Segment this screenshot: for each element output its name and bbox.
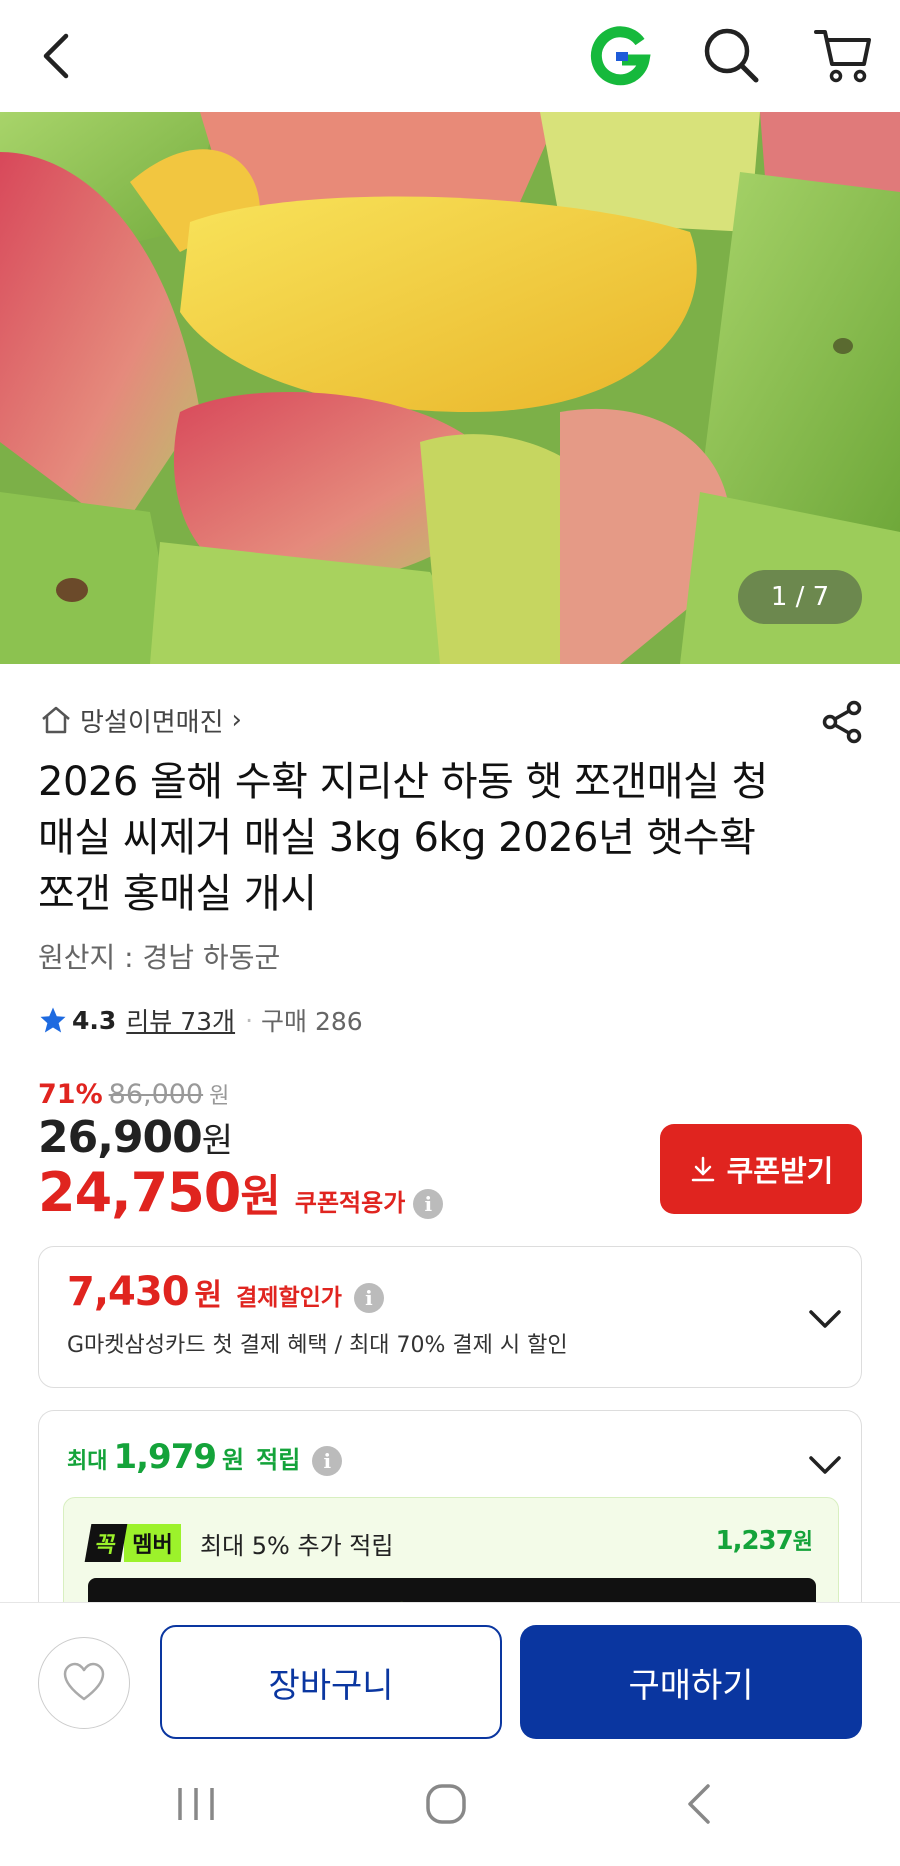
points-prefix: 최대 (67, 1449, 108, 1474)
original-price: 86,000 (108, 1079, 204, 1110)
wishlist-button[interactable] (38, 1637, 130, 1729)
chevron-left-icon[interactable] (34, 28, 78, 84)
coupon-download-button[interactable]: 쿠폰받기 (660, 1124, 862, 1214)
discount-row: 71% 86,000 원 (38, 1078, 229, 1110)
points-label: 적립 (256, 1446, 301, 1474)
member-badge: 꼭 멤버 (84, 1524, 181, 1562)
home-icon[interactable] (416, 1774, 476, 1834)
info-icon[interactable]: i (413, 1189, 444, 1219)
member-amount-value: 1,237 (715, 1526, 794, 1556)
product-image[interactable]: 1 / 7 (0, 112, 900, 664)
card-benefit-description: G마켓삼성카드 첫 결제 혜택 / 최대 70% 결제 시 할인 (67, 1333, 568, 1358)
product-origin: 원산지 : 경남 하동군 (38, 941, 281, 974)
top-bar (0, 0, 900, 112)
bottom-action-bar: 장바구니 구매하기 (0, 1602, 900, 1746)
coupon-button-label: 쿠폰받기 (726, 1156, 834, 1188)
image-counter: 1 / 7 (738, 570, 862, 624)
member-benefit-amount: 1,237원 (715, 1524, 814, 1556)
card-discount-label: 결제할인가 (236, 1285, 342, 1311)
add-to-cart-button[interactable]: 장바구니 (160, 1625, 502, 1739)
info-icon[interactable]: i (353, 1283, 384, 1313)
chevron-down-icon[interactable] (805, 1445, 845, 1485)
search-icon[interactable] (700, 24, 762, 86)
cart-icon[interactable] (812, 24, 874, 86)
card-benefit-box[interactable]: 7,430 원 결제할인가 i G마켓삼성카드 첫 결제 혜택 / 최대 70%… (38, 1246, 862, 1388)
coupon-price-label: 쿠폰적용가 (294, 1189, 406, 1217)
discount-rate: 71% (38, 1079, 103, 1110)
star-icon (40, 1007, 66, 1033)
sale-price: 26,900원 (38, 1112, 233, 1163)
info-icon[interactable]: i (312, 1446, 343, 1476)
rating-score: 4.3 (72, 1005, 117, 1035)
card-discount-amount: 7,430 (67, 1269, 190, 1315)
download-icon (691, 1156, 714, 1182)
purchase-count: 구매 286 (261, 1007, 363, 1036)
points-amount: 1,979 (113, 1437, 217, 1477)
chevron-right-icon: › (231, 705, 242, 735)
coupon-price: 24,750 원 쿠폰적용가 i (38, 1160, 444, 1224)
g-logo-icon[interactable] (588, 26, 652, 86)
sale-price-value: 26,900 (38, 1112, 203, 1163)
buy-now-button[interactable]: 구매하기 (520, 1625, 862, 1739)
coupon-price-unit: 원 (240, 1171, 281, 1222)
member-benefit-text: 최대 5% 추가 적립 (200, 1532, 394, 1560)
points-box[interactable]: 최대 1,979 원 적립 i 꼭 멤버 최대 5% 추가 적립 1,237원 … (38, 1410, 862, 1610)
separator: · (245, 1005, 254, 1035)
original-price-unit: 원 (209, 1084, 230, 1109)
member-badge-text: 멤버 (124, 1524, 181, 1562)
recents-icon[interactable] (166, 1774, 226, 1834)
home-icon (42, 706, 70, 734)
points-unit: 원 (222, 1446, 245, 1474)
review-link[interactable]: 리뷰 73개 (126, 1002, 235, 1038)
sale-price-unit: 원 (201, 1121, 233, 1161)
member-benefit-card: 꼭 멤버 최대 5% 추가 적립 1,237원 꼭! 시작하고 최대 적립 받기… (63, 1497, 839, 1610)
product-title: 2026 올해 수확 지리산 하동 햇 쪼갠매실 청매실 씨제거 매실 3kg … (38, 759, 768, 917)
store-name: 망설이면매진 (80, 707, 224, 738)
member-badge-mark: 꼭 (84, 1524, 128, 1562)
system-navigation-bar (0, 1746, 900, 1866)
card-discount-unit: 원 (194, 1278, 223, 1313)
heart-icon (63, 1662, 105, 1701)
store-link[interactable]: 망설이면매진 › (40, 700, 242, 740)
coupon-price-value: 24,750 (38, 1161, 241, 1224)
chevron-down-icon[interactable] (805, 1299, 845, 1339)
back-icon[interactable] (670, 1774, 730, 1834)
member-amount-unit: 원 (792, 1530, 813, 1555)
rating-row: 4.3 리뷰 73개 · 구매 286 (38, 1002, 363, 1038)
share-icon[interactable] (818, 698, 866, 746)
